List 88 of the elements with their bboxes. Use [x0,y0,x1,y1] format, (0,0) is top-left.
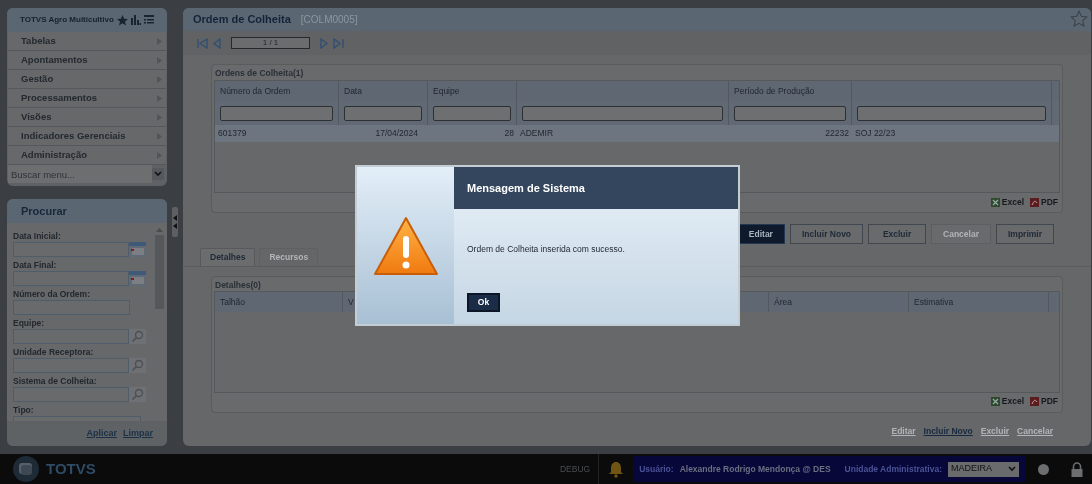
field-label: Sistema de Colheita: [13,376,98,388]
menu-item[interactable]: Apontamentos [8,51,166,70]
warning-icon [372,215,439,276]
table-cell-text: 28 [503,127,515,140]
previous-page-icon [212,37,223,49]
panel-title: Procurar [21,204,67,220]
field-label: Equipe: [13,318,46,330]
table-cell-text: 22232 [824,127,850,140]
spreadsheet-icon [990,197,1000,207]
field-label: Unidade Receptora: [13,347,95,359]
column-header: Área [769,292,909,312]
section-title: Ordens de Colheita(1) [214,67,304,80]
link[interactable]: Incluir Novo [923,425,973,438]
search-icon [129,387,146,403]
lookup-field[interactable] [13,358,129,374]
document-icon [1030,396,1039,406]
filter-field[interactable] [344,105,422,121]
export-link[interactable]: Excel [990,394,1024,408]
filter-field[interactable] [220,105,333,121]
date-field[interactable] [13,271,129,287]
scroll-up-icon [156,227,163,233]
status-indicator-icon [1038,463,1049,475]
field-label: Tipo: [13,405,35,417]
bar-chart-icon [131,15,141,25]
calendar-icon [129,271,146,287]
unit-label: Unidade Administrativa: [844,462,942,476]
field-label: Data Final: [13,260,58,272]
user-name: Alexandre Rodrigo Mendonça @ DES [679,462,831,476]
search-icon [129,358,146,374]
dropdown-button[interactable] [152,168,164,180]
ok-button[interactable]: Ok [467,292,500,312]
star-icon [1070,10,1088,28]
chevron-down-icon [1008,466,1016,472]
star-icon [117,14,128,26]
table-cell-text: 601379 [217,127,248,140]
filter-field[interactable] [857,105,1046,121]
action-button[interactable]: Excluir [868,224,927,244]
tab[interactable]: Recursos [259,248,319,266]
lock-icon [1070,461,1084,477]
export-link[interactable]: PDF [1030,394,1058,408]
menu-item[interactable]: Indicadores Gerenciais [8,127,166,146]
menu-item[interactable]: Administração [8,146,166,165]
filter-field[interactable] [734,105,846,121]
page-title: Ordem de Colheita [193,12,291,28]
filter-field[interactable] [522,105,723,121]
link[interactable]: Aplicar [86,426,117,441]
first-page-icon [197,37,208,49]
lookup-field[interactable] [13,329,129,345]
document-icon [1030,197,1039,207]
table-cell-text: ADEMIR [519,127,555,140]
brand-name: TOTVS [46,458,96,479]
menu-item[interactable]: Processamentos [8,89,166,108]
table-cell-text: 17/04/2024 [374,127,419,140]
user-label: Usuário: [639,462,674,476]
dialog-title: Mensagem de Sistema [467,180,585,196]
action-button[interactable]: Imprimir [996,224,1054,244]
debug-label: DEBUG [559,454,600,484]
export-link[interactable]: PDF [1030,195,1058,209]
table-cell-text: SOJ 22/23 [854,127,897,140]
column-header: Estimativa [909,292,1049,312]
menu-item[interactable]: Gestão [8,70,166,89]
search-icon [129,329,146,345]
chevron-down-icon [154,171,162,177]
menu-item[interactable]: Tabelas [8,32,166,51]
calendar-icon [129,242,146,258]
table-row[interactable]: 601379 17/04/2024 28 ADEMIR 22232 SOJ 22/23 [215,125,1059,142]
field-label: Número da Ordem: [13,289,91,301]
collapse-handle[interactable] [172,207,178,237]
link[interactable]: Limpar [123,426,153,441]
logo-icon [12,455,40,483]
field-label: Data Inicial: [13,231,62,243]
spreadsheet-icon [990,396,1000,406]
unit-select[interactable]: MADEIRA [948,461,1019,477]
tab[interactable]: Detalhes [200,248,256,266]
export-link[interactable]: Excel [990,195,1024,209]
list-icon [144,15,154,25]
lookup-field[interactable] [13,387,129,403]
dialog-message: Ordem de Colheita inserida com sucesso. [467,243,625,256]
last-page-icon [333,37,344,49]
app-title: TOTVS Agro Multicultivo [20,14,114,26]
next-page-icon [318,37,329,49]
filter-field[interactable] [433,105,511,121]
column-header: Talhão [215,292,343,312]
section-title: Detalhes(0) [214,279,261,291]
date-field[interactable] [13,242,129,258]
input-field[interactable] [13,300,130,316]
menu-item[interactable]: Visões [8,108,166,127]
action-button[interactable]: Incluir Novo [789,224,864,244]
